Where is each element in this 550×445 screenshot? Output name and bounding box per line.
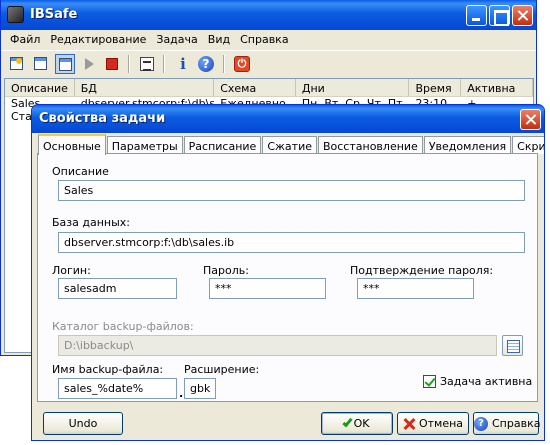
extension-dot: . (179, 387, 184, 400)
cancel-button-label: Отмена (418, 417, 464, 430)
dialog-title: Свойства задачи (39, 111, 166, 126)
login-field[interactable]: salesadm (58, 278, 177, 299)
password-field[interactable]: *** (209, 278, 326, 299)
menu-task[interactable]: Задача (151, 30, 202, 50)
database-label: База данных: (52, 216, 131, 229)
stop-icon (106, 58, 118, 70)
info-icon: i (180, 55, 186, 73)
toolbar-separator (163, 55, 165, 73)
backup-name-label: Имя backup-файла: (52, 363, 164, 376)
cancel-icon (403, 418, 415, 430)
description-label: Описание (52, 165, 109, 178)
properties-icon (140, 57, 154, 71)
run-task-button[interactable] (79, 54, 99, 74)
dialog-help-button[interactable]: ? Справка (473, 412, 541, 435)
dialog-tabs: Основные Параметры Расписание Сжатие Вос… (38, 134, 544, 155)
backup-name-field[interactable]: sales_%date% (58, 378, 177, 399)
tab-schedule[interactable]: Расписание (183, 136, 262, 154)
close-button[interactable] (512, 5, 533, 26)
help-icon: ? (198, 56, 214, 72)
tab-scripts[interactable]: Скрипты (512, 136, 544, 154)
tab-notifications[interactable]: Уведомления (423, 136, 512, 154)
password-label: Пароль: (203, 264, 249, 277)
menu-help[interactable]: Справка (235, 30, 293, 50)
toolbar-separator (128, 55, 130, 73)
ok-button-label: OK (353, 417, 370, 430)
browse-folder-button[interactable] (502, 335, 523, 356)
power-icon: ⏻ (234, 56, 250, 72)
window-icon (34, 57, 47, 70)
tab-restore[interactable]: Восстановление (317, 136, 423, 154)
help-button-label: Справка (492, 417, 541, 430)
menu-file[interactable]: Файл (5, 30, 45, 50)
check-icon (341, 416, 353, 428)
extension-field[interactable]: gbk (184, 378, 216, 399)
properties-button[interactable] (137, 54, 157, 74)
app-title: IBSafe (30, 7, 78, 22)
description-field[interactable]: Sales (58, 180, 525, 201)
tab-parameters[interactable]: Параметры (106, 136, 183, 154)
main-title-bar[interactable]: IBSafe (1, 0, 536, 30)
extension-label: Расширение: (184, 363, 260, 376)
login-label: Логин: (52, 264, 91, 277)
undo-button-label: Undo (68, 417, 98, 430)
column-header-active[interactable]: Активна (461, 79, 533, 96)
stop-task-button[interactable] (102, 54, 122, 74)
confirm-password-label: Подтверждение пароля: (350, 264, 494, 277)
backup-dir-field[interactable]: D:\ibbackup\ (58, 335, 497, 356)
help-button[interactable]: ? (196, 54, 216, 74)
shutdown-button[interactable]: ⏻ (232, 54, 252, 74)
confirm-password-field[interactable]: *** (357, 278, 474, 299)
task-active-label[interactable]: Задача активна (440, 375, 532, 388)
app-logo-icon (7, 6, 24, 23)
cancel-button[interactable]: Отмена (397, 412, 469, 435)
info-button[interactable]: i (173, 54, 193, 74)
column-header-time[interactable]: Время (409, 79, 462, 96)
toolbar-separator (223, 55, 225, 73)
general-tab-panel: Описание Sales База данных: dbserver.stm… (37, 153, 538, 402)
ok-button[interactable]: OK (321, 412, 393, 435)
help-icon: ? (474, 417, 488, 431)
undo-button[interactable]: Undo (43, 412, 123, 435)
edit-icon (59, 58, 72, 71)
task-properties-dialog: Свойства задачи Основные Параметры Распи… (31, 104, 545, 441)
toolbar: i ? ⏻ (1, 50, 536, 76)
column-header-days[interactable]: Дни (296, 79, 410, 96)
play-icon (85, 58, 94, 70)
task-list-header: Описание БД Схема Дни Время Активна (5, 79, 533, 97)
new-task-button[interactable] (7, 54, 27, 74)
minimize-button[interactable] (466, 5, 487, 26)
maximize-button[interactable] (489, 5, 510, 26)
menu-view[interactable]: Вид (203, 30, 235, 50)
backup-dir-label: Каталог backup-файлов: (52, 320, 194, 333)
tab-general[interactable]: Основные (38, 134, 106, 155)
new-task-icon (10, 57, 23, 70)
task-active-checkbox[interactable] (423, 375, 436, 388)
column-header-schema[interactable]: Схема (214, 79, 296, 96)
column-header-database[interactable]: БД (75, 79, 215, 96)
column-header-description[interactable]: Описание (5, 79, 75, 96)
dialog-close-button[interactable] (520, 109, 541, 130)
new-item-button[interactable] (31, 54, 51, 74)
edit-task-button[interactable] (55, 54, 75, 74)
database-field[interactable]: dbserver.stmcorp:f:\db\sales.ib (58, 232, 525, 253)
tab-compression[interactable]: Сжатие (262, 136, 317, 154)
menu-bar: Файл Редактирование Задача Вид Справка (1, 30, 536, 50)
menu-edit[interactable]: Редактирование (45, 30, 151, 50)
dialog-title-bar[interactable]: Свойства задачи (32, 105, 544, 133)
